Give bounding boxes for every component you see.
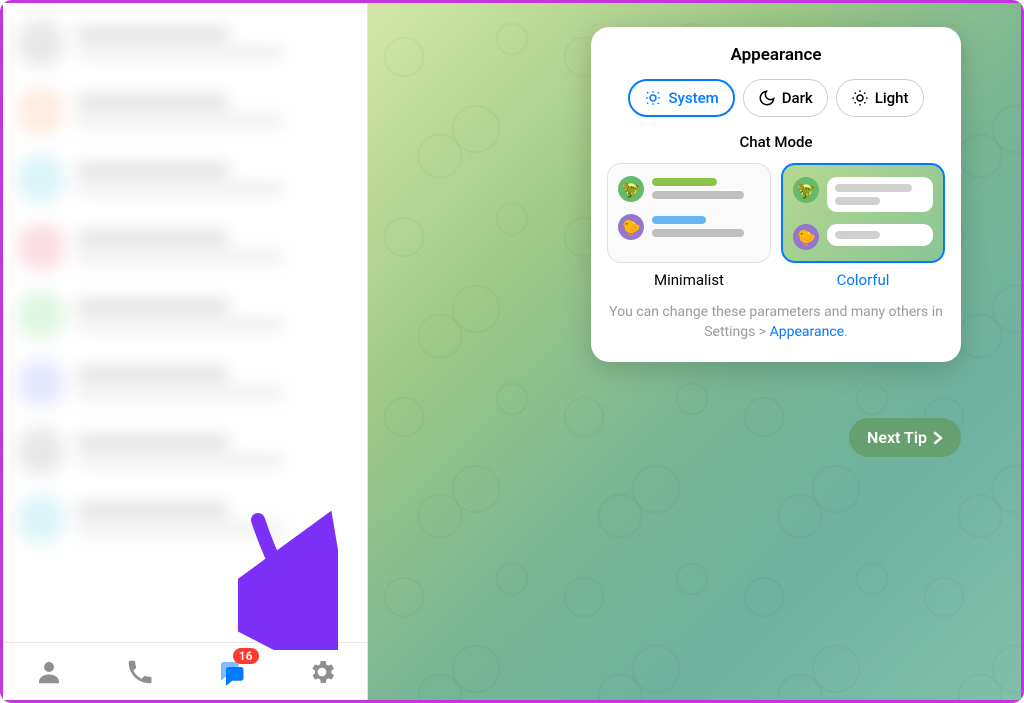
tab-chats[interactable]: 16 — [209, 650, 253, 694]
contacts-icon — [34, 657, 64, 687]
chat-list-item[interactable] — [3, 9, 367, 77]
minimalist-preview: 🦖 🐤 — [607, 163, 771, 263]
chat-list-item[interactable] — [3, 281, 367, 349]
mode-label: Minimalist — [607, 271, 771, 289]
theme-option-dark[interactable]: Dark — [743, 79, 828, 117]
avatar-icon: 🐤 — [793, 224, 819, 250]
chat-list — [3, 3, 367, 642]
chat-list-item[interactable] — [3, 485, 367, 553]
chat-mode-colorful[interactable]: 🦖 🐤 Colorful — [781, 163, 945, 289]
bottom-tab-bar: 16 — [3, 642, 367, 700]
tab-contacts[interactable] — [27, 650, 71, 694]
avatar-icon: 🐤 — [618, 214, 644, 240]
theme-options: System Dark Light — [607, 79, 945, 117]
chat-list-item[interactable] — [3, 77, 367, 145]
theme-option-system[interactable]: System — [628, 79, 734, 117]
chat-mode-minimalist[interactable]: 🦖 🐤 Minimalist — [607, 163, 771, 289]
theme-label: Dark — [782, 89, 813, 107]
main-pane: Appearance System Dark Light Chat Mode 🦖 — [368, 3, 1021, 700]
chevron-right-icon — [933, 431, 943, 445]
tips-title: Appearance — [607, 45, 945, 65]
mode-label: Colorful — [781, 271, 945, 289]
avatar-icon: 🦖 — [793, 177, 819, 203]
tab-calls[interactable] — [118, 650, 162, 694]
sun-icon — [851, 89, 869, 107]
theme-label: Light — [875, 89, 909, 107]
tab-settings[interactable] — [300, 650, 344, 694]
moon-icon — [758, 89, 776, 107]
chat-list-item[interactable] — [3, 213, 367, 281]
chats-badge: 16 — [233, 648, 259, 664]
theme-label: System — [668, 89, 718, 107]
theme-option-light[interactable]: Light — [836, 79, 924, 117]
system-theme-icon — [644, 89, 662, 107]
next-tip-button[interactable]: Next Tip — [849, 418, 961, 457]
appearance-tips-card: Appearance System Dark Light Chat Mode 🦖 — [591, 27, 961, 362]
phone-icon — [125, 657, 155, 687]
appearance-link[interactable]: Appearance — [770, 324, 844, 340]
chat-list-item[interactable] — [3, 417, 367, 485]
chat-list-item[interactable] — [3, 145, 367, 213]
chat-mode-title: Chat Mode — [607, 133, 945, 151]
hint-text: You can change these parameters and many… — [607, 303, 945, 342]
sidebar: 16 — [3, 3, 368, 700]
gear-icon — [307, 657, 337, 687]
chat-list-item[interactable] — [3, 349, 367, 417]
colorful-preview: 🦖 🐤 — [781, 163, 945, 263]
chat-mode-options: 🦖 🐤 Minimalist 🦖 — [607, 163, 945, 289]
avatar-icon: 🦖 — [618, 176, 644, 202]
